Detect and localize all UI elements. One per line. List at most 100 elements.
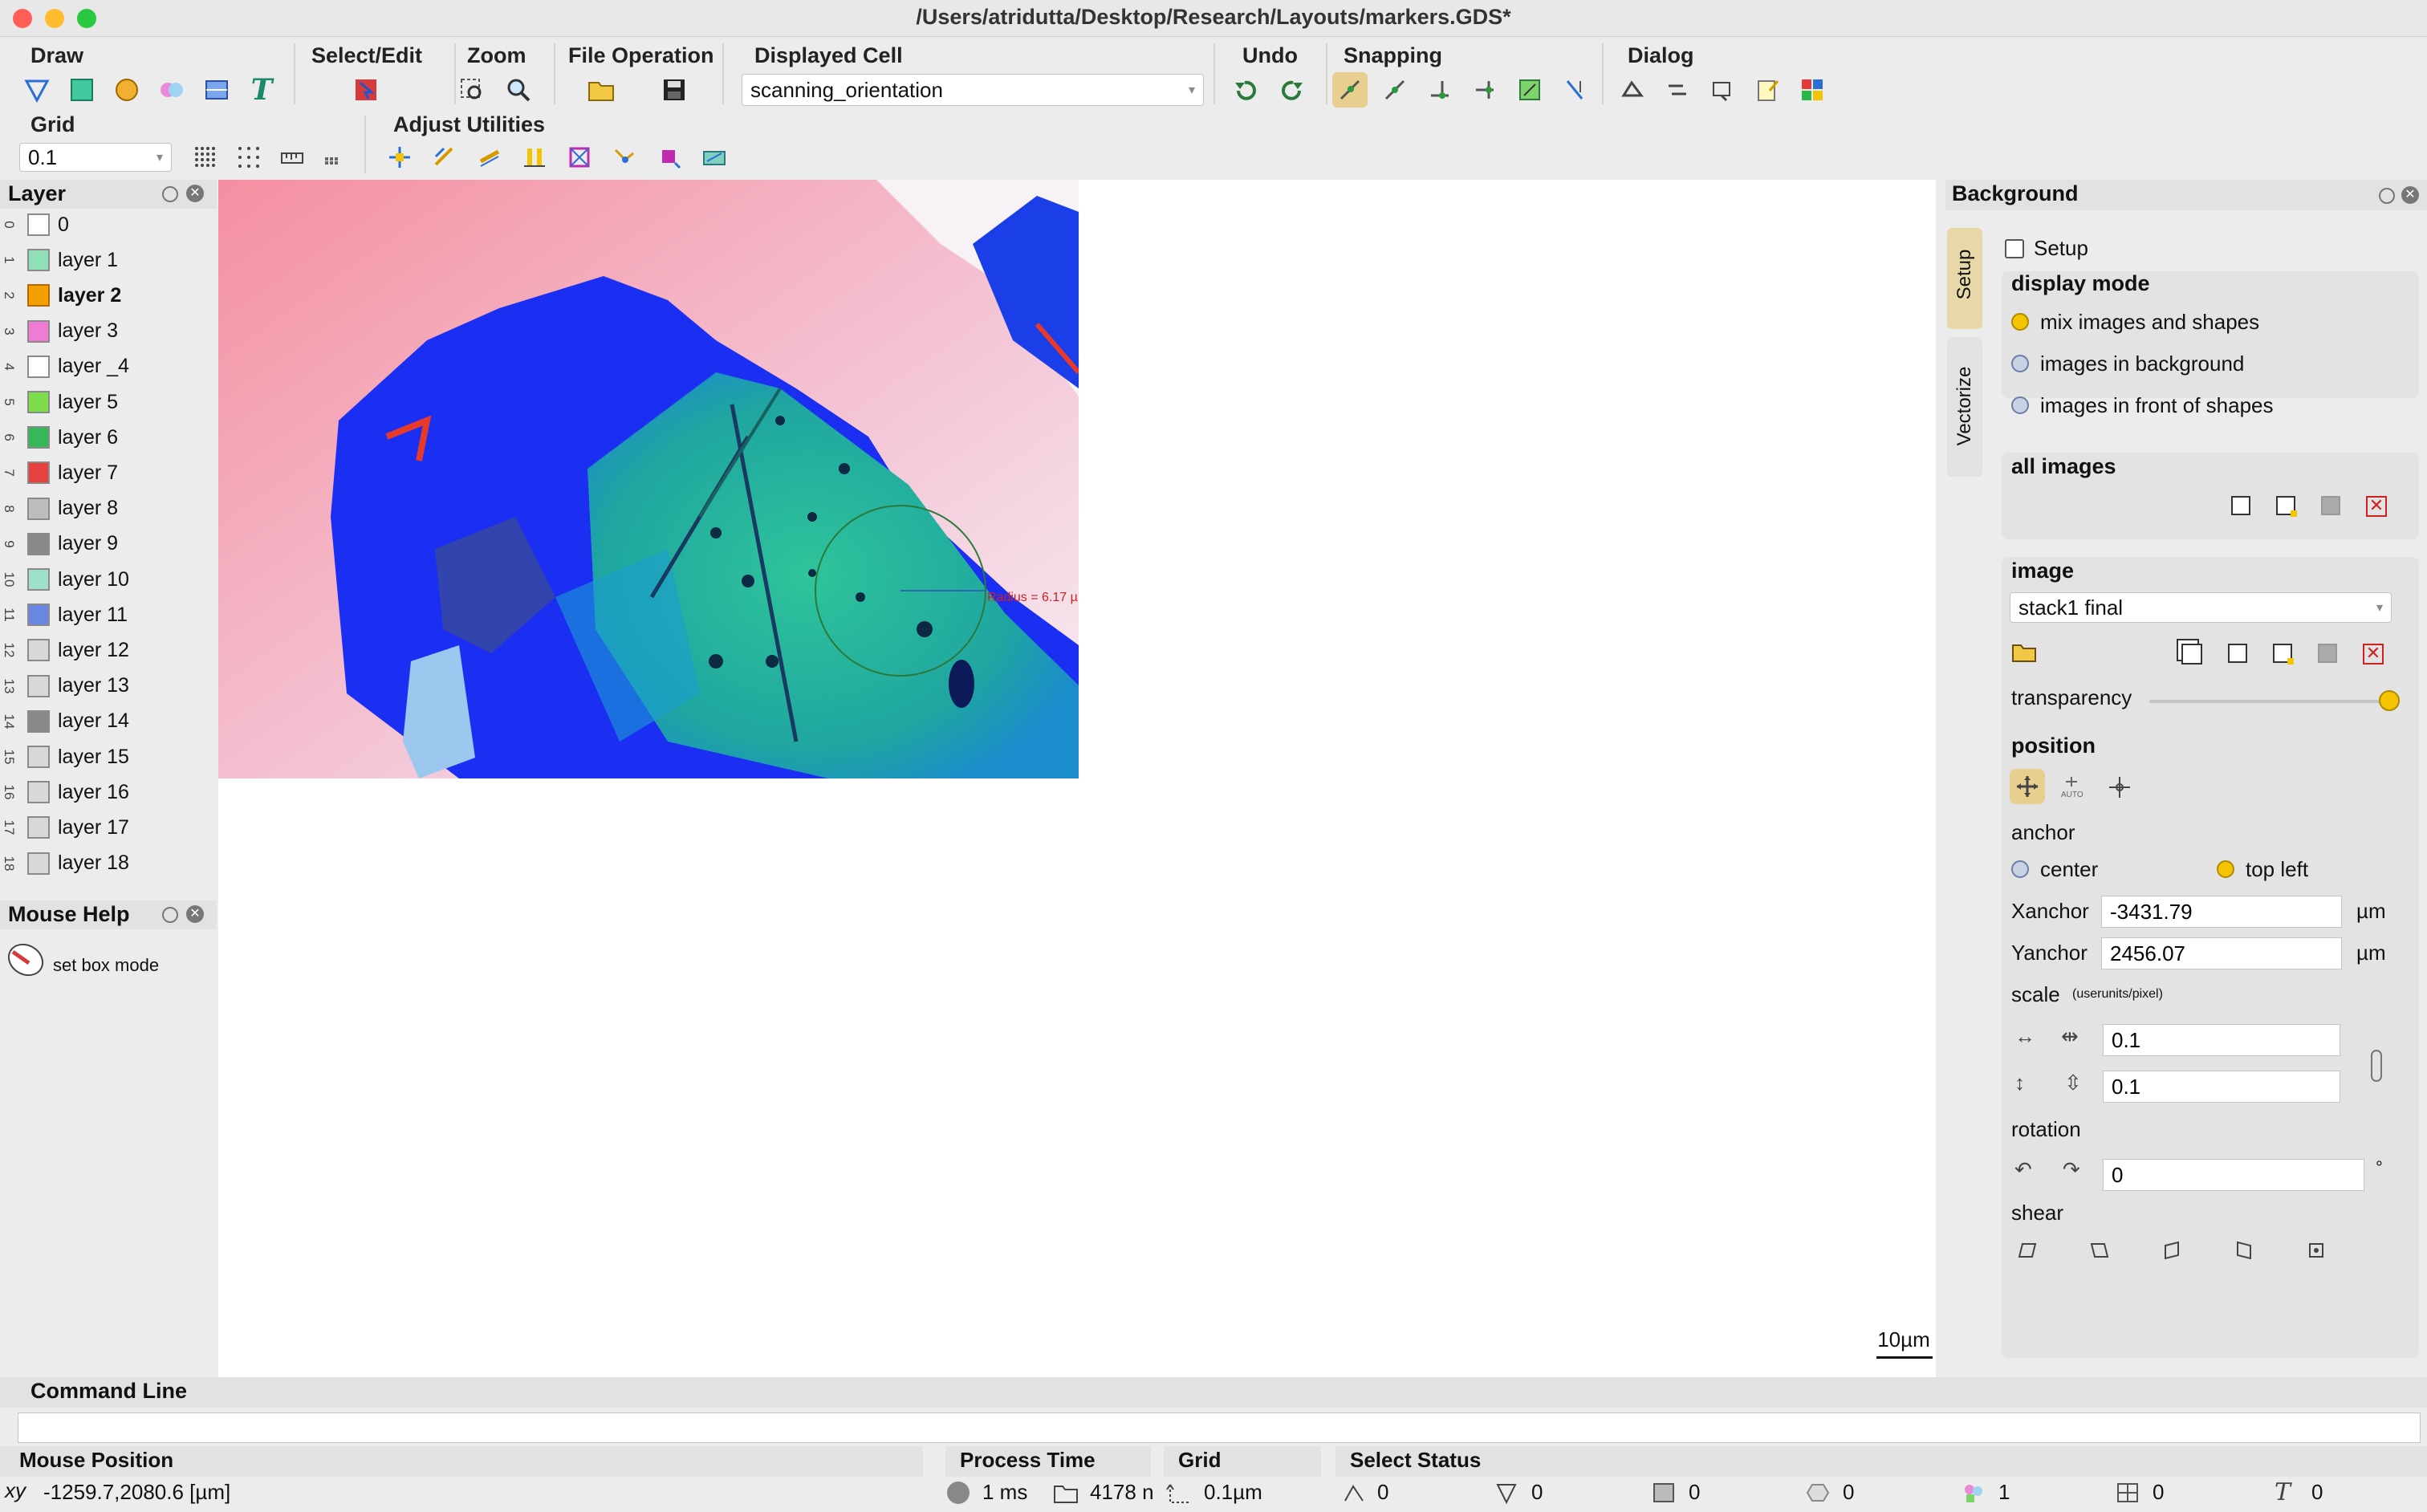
layer-row[interactable]: 4 layer _4 bbox=[0, 349, 217, 384]
edit-image-icon[interactable] bbox=[2273, 644, 2294, 665]
snap-adjust-icon[interactable] bbox=[607, 143, 642, 172]
transparency-slider-thumb[interactable] bbox=[2379, 690, 2400, 711]
grid-dropdown[interactable]: 0.1 ▾ bbox=[19, 143, 172, 172]
radio-images-background[interactable] bbox=[2011, 355, 2029, 372]
layer-color-swatch[interactable] bbox=[27, 426, 50, 449]
layer-color-swatch[interactable] bbox=[27, 674, 50, 697]
layer-row[interactable]: 8 layer 8 bbox=[0, 491, 217, 526]
radio-images-front[interactable] bbox=[2011, 396, 2029, 414]
layer-color-swatch[interactable] bbox=[27, 568, 50, 591]
tab-setup[interactable]: Setup bbox=[1947, 228, 1982, 329]
command-line-input[interactable] bbox=[18, 1412, 2421, 1443]
scale-y-input[interactable] bbox=[2103, 1071, 2340, 1103]
edit-all-images-icon[interactable] bbox=[2276, 496, 2297, 517]
stretch-adjust-icon[interactable] bbox=[472, 143, 507, 172]
layer-row[interactable]: 00 bbox=[0, 207, 217, 242]
scale-x-up-icon[interactable]: ↔ bbox=[2014, 1024, 2035, 1049]
grid-ruler-icon[interactable] bbox=[276, 143, 308, 172]
tab-vectorize[interactable]: Vectorize bbox=[1947, 337, 1982, 477]
save-disk-icon[interactable] bbox=[657, 72, 692, 108]
layer-row[interactable]: 11 layer 11 bbox=[0, 597, 217, 632]
shear-reset-icon[interactable] bbox=[2305, 1239, 2327, 1262]
grid-dense-icon[interactable] bbox=[189, 143, 222, 172]
layer-color-swatch[interactable] bbox=[27, 639, 50, 662]
layer-color-swatch[interactable] bbox=[27, 284, 50, 307]
open-image-folder-icon[interactable] bbox=[2011, 640, 2039, 670]
layer-row[interactable]: 14 layer 14 bbox=[0, 704, 217, 739]
layer-row[interactable]: 1 layer 1 bbox=[0, 242, 217, 278]
layer-color-swatch[interactable] bbox=[27, 781, 50, 804]
layer-row[interactable]: 7 layer 7 bbox=[0, 455, 217, 490]
layer-row[interactable]: 2 layer 2 bbox=[0, 278, 217, 313]
redo-icon[interactable] bbox=[1274, 72, 1310, 108]
scale-x-input[interactable] bbox=[2103, 1024, 2340, 1056]
close-icon[interactable]: ✕ bbox=[186, 905, 204, 923]
move-image-icon[interactable] bbox=[2010, 769, 2045, 804]
layer-color-swatch[interactable] bbox=[27, 816, 50, 839]
displayed-cell-dropdown[interactable]: scanning_orientation ▾ bbox=[742, 74, 1204, 106]
layer-color-swatch[interactable] bbox=[27, 746, 50, 768]
layer-color-swatch[interactable] bbox=[27, 497, 50, 520]
layer-row[interactable]: 6 layer 6 bbox=[0, 420, 217, 455]
snap-middle-icon[interactable] bbox=[1467, 72, 1502, 108]
cell-ref-tool-icon[interactable] bbox=[199, 72, 234, 108]
layer-color-swatch[interactable] bbox=[27, 249, 50, 272]
hide-image-icon[interactable] bbox=[2318, 644, 2337, 663]
distribute-adjust-icon[interactable] bbox=[517, 143, 552, 172]
open-folder-icon[interactable] bbox=[584, 72, 620, 108]
shear-right-icon[interactable] bbox=[2088, 1239, 2111, 1262]
layer-row[interactable]: 16 layer 16 bbox=[0, 774, 217, 810]
duplicate-image-icon[interactable] bbox=[2181, 644, 2202, 665]
edit-shape-dialog-icon[interactable] bbox=[1615, 72, 1650, 108]
zoom-magnifier-icon[interactable] bbox=[501, 72, 536, 108]
layer-color-swatch[interactable] bbox=[27, 319, 50, 343]
scale-y-up-icon[interactable]: ↕ bbox=[2014, 1071, 2025, 1095]
layer-row[interactable]: 3 layer 3 bbox=[0, 314, 217, 349]
hide-all-images-icon[interactable] bbox=[2321, 496, 2340, 515]
circle-tool-icon[interactable] bbox=[109, 72, 144, 108]
angle-adjust-icon[interactable] bbox=[697, 143, 732, 172]
auto-position-icon[interactable]: AUTO bbox=[2059, 775, 2083, 805]
radio-mix-images[interactable] bbox=[2011, 313, 2029, 331]
xanchor-input[interactable] bbox=[2101, 896, 2342, 928]
shear-left-icon[interactable] bbox=[2016, 1239, 2039, 1262]
layer-row[interactable]: 12 layer 12 bbox=[0, 632, 217, 668]
layer-color-swatch[interactable] bbox=[27, 532, 50, 555]
close-icon[interactable]: ✕ bbox=[2401, 186, 2419, 204]
scale-x-down-icon[interactable]: ⇹ bbox=[2061, 1024, 2079, 1049]
property-dialog-icon[interactable] bbox=[1705, 72, 1740, 108]
layer-row[interactable]: 17 layer 17 bbox=[0, 810, 217, 845]
radio-anchor-center[interactable] bbox=[2011, 860, 2029, 878]
layer-color-swatch[interactable] bbox=[27, 709, 50, 733]
close-icon[interactable]: ✕ bbox=[186, 185, 204, 202]
transparency-slider-track[interactable] bbox=[2149, 700, 2390, 703]
fit-adjust-icon[interactable] bbox=[562, 143, 597, 172]
undo-icon[interactable] bbox=[1228, 72, 1263, 108]
show-image-icon[interactable] bbox=[2228, 644, 2247, 663]
rotation-input[interactable] bbox=[2103, 1159, 2364, 1191]
center-position-icon[interactable] bbox=[2108, 775, 2132, 805]
text-tool-icon[interactable]: T bbox=[244, 72, 279, 108]
layer-row[interactable]: 5 layer 5 bbox=[0, 384, 217, 420]
float-panel-icon[interactable] bbox=[2379, 188, 2395, 204]
layer-color-swatch[interactable] bbox=[27, 461, 50, 485]
show-all-images-icon[interactable] bbox=[2231, 496, 2250, 515]
select-edit-icon[interactable] bbox=[348, 72, 384, 108]
snap-point-icon[interactable] bbox=[1377, 72, 1413, 108]
layer-row[interactable]: 18 layer 18 bbox=[0, 846, 217, 881]
scale-y-down-icon[interactable]: ⇳ bbox=[2064, 1071, 2082, 1095]
snap-edge-icon[interactable] bbox=[1422, 72, 1457, 108]
align-adjust-icon[interactable] bbox=[427, 143, 462, 172]
move-adjust-icon[interactable] bbox=[382, 143, 417, 172]
layer-row[interactable]: 13 layer 13 bbox=[0, 669, 217, 704]
rotate-ccw-icon[interactable]: ↶ bbox=[2014, 1157, 2032, 1182]
image-dropdown[interactable]: stack1 final ▾ bbox=[2010, 592, 2392, 623]
setup-checkbox[interactable] bbox=[2005, 239, 2024, 258]
transform-dialog-icon[interactable] bbox=[1660, 72, 1695, 108]
layer-row[interactable]: 10 layer 10 bbox=[0, 562, 217, 597]
delete-image-icon[interactable]: ✕ bbox=[2363, 644, 2384, 665]
layer-color-swatch[interactable] bbox=[27, 852, 50, 875]
zoom-fit-icon[interactable] bbox=[454, 72, 490, 108]
radio-anchor-top-left[interactable] bbox=[2217, 860, 2234, 878]
snap-grid-icon[interactable] bbox=[1332, 72, 1368, 108]
